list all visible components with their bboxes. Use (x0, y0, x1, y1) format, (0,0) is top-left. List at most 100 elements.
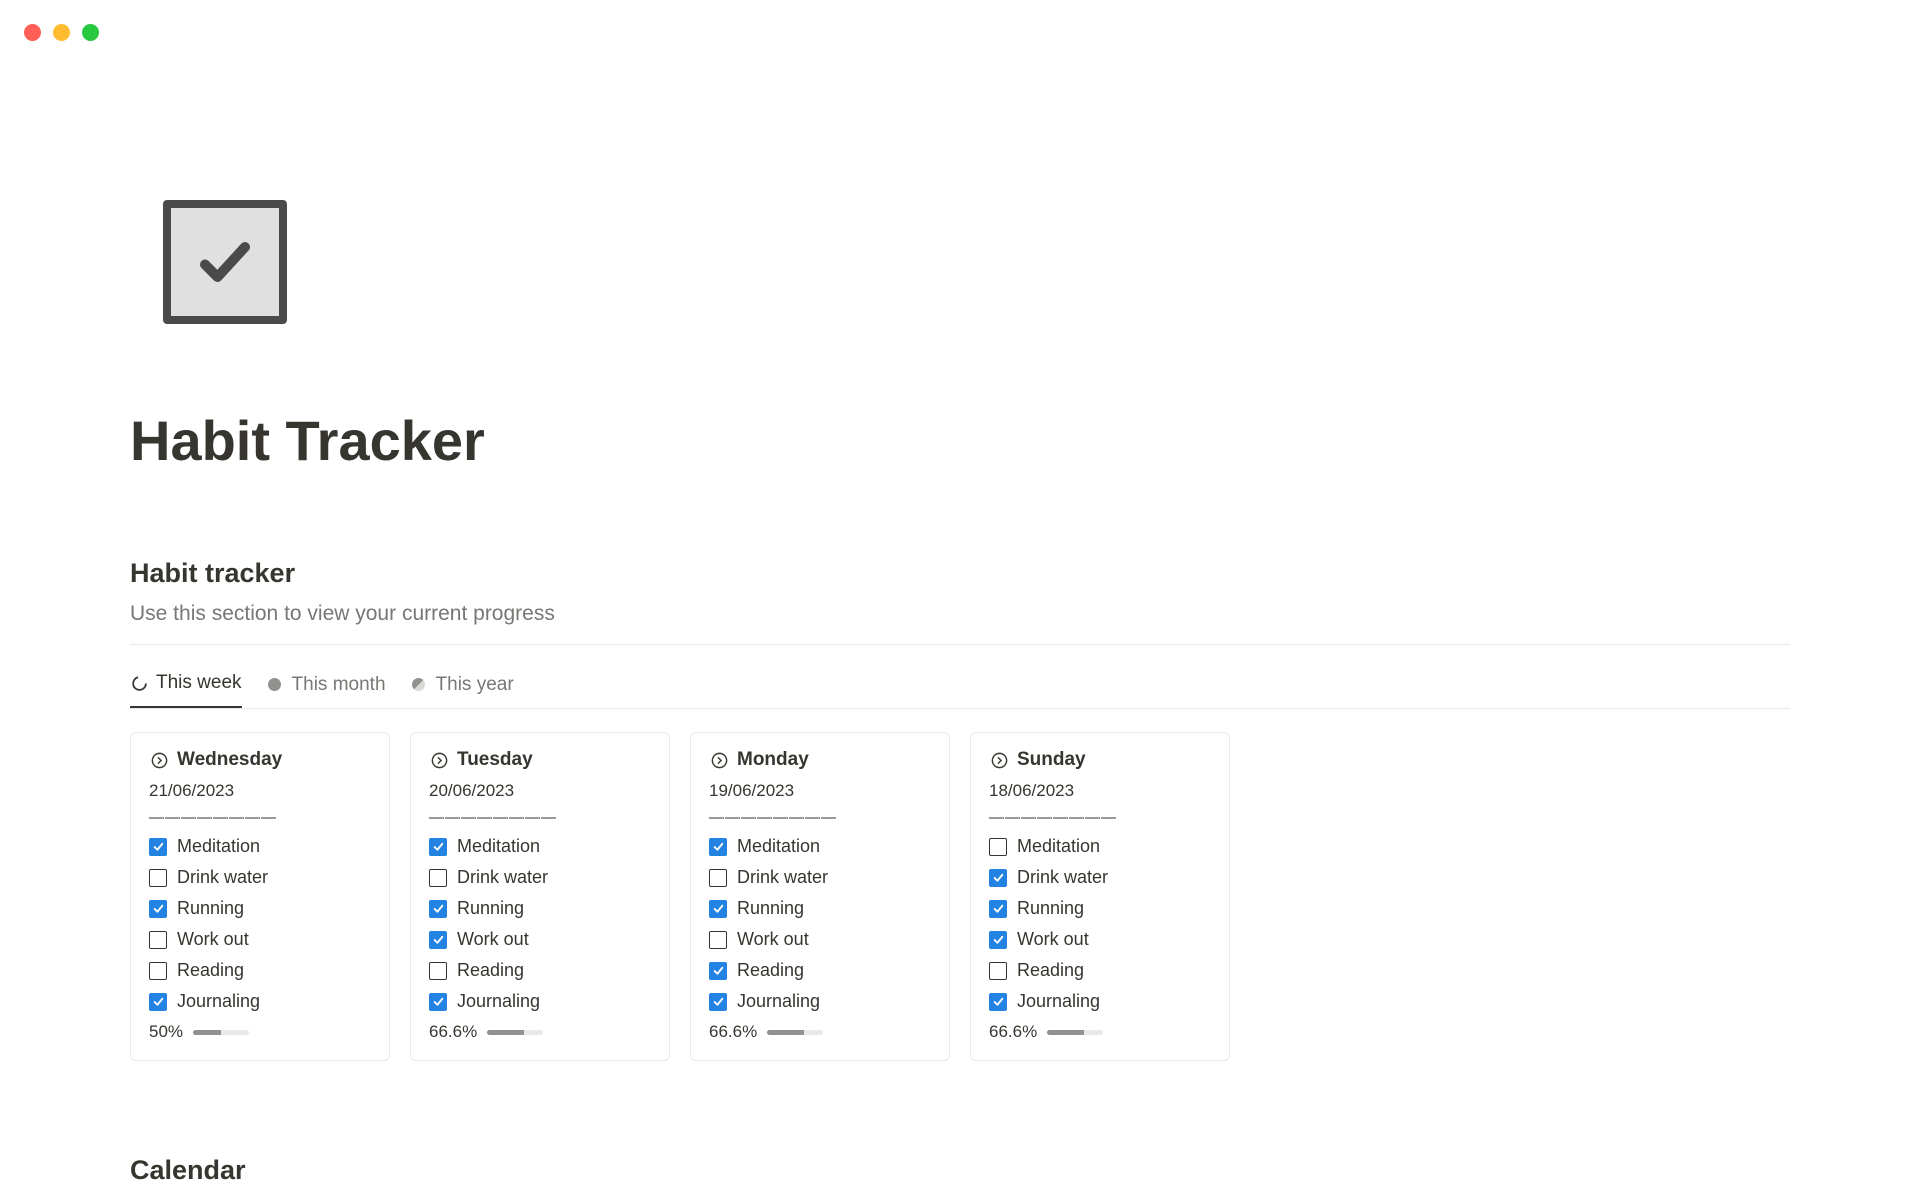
card-header: Sunday (989, 749, 1211, 771)
habit-label: Journaling (737, 991, 820, 1012)
habit-checkbox[interactable] (709, 962, 727, 980)
card-header: Monday (709, 749, 931, 771)
calendar-heading: Calendar (130, 1155, 246, 1186)
habit-checkbox[interactable] (429, 993, 447, 1011)
progress-percent: 66.6% (429, 1022, 477, 1042)
habit-label: Reading (737, 960, 804, 981)
habit-row: Running (149, 898, 371, 919)
progress-fill (193, 1030, 221, 1035)
close-window-button[interactable] (24, 24, 41, 41)
habit-checkbox[interactable] (429, 931, 447, 949)
habit-label: Running (1017, 898, 1084, 919)
habit-row: Work out (149, 929, 371, 950)
progress-fill (1047, 1030, 1084, 1035)
habit-label: Reading (457, 960, 524, 981)
page-icon-checkbox[interactable] (163, 200, 287, 324)
chevron-circle-icon (989, 750, 1009, 770)
habit-checkbox[interactable] (149, 838, 167, 856)
card-day-name: Sunday (1017, 749, 1086, 771)
progress-row: 50% (149, 1022, 371, 1042)
card-text-divider: ———————— (149, 809, 371, 826)
habit-row: Journaling (989, 991, 1211, 1012)
habit-checkbox[interactable] (989, 869, 1007, 887)
habit-row: Journaling (149, 991, 371, 1012)
section-heading: Habit tracker (130, 558, 295, 589)
day-card[interactable]: Wednesday21/06/2023————————MeditationDri… (130, 732, 390, 1061)
habit-label: Meditation (737, 836, 820, 857)
tab-label: This year (436, 674, 514, 696)
page-title[interactable]: Habit Tracker (130, 408, 485, 473)
maximize-window-button[interactable] (82, 24, 99, 41)
tab-this-month[interactable]: This month (266, 674, 386, 708)
habit-checkbox[interactable] (709, 838, 727, 856)
habit-label: Journaling (177, 991, 260, 1012)
card-day-name: Tuesday (457, 749, 533, 771)
habit-row: Journaling (429, 991, 651, 1012)
tab-this-week[interactable]: This week (130, 672, 242, 709)
habit-checkbox[interactable] (989, 931, 1007, 949)
habit-checkbox[interactable] (989, 900, 1007, 918)
habit-checkbox[interactable] (429, 962, 447, 980)
habit-label: Drink water (1017, 867, 1108, 888)
day-card[interactable]: Sunday 18/06/2023 ———————— Meditation Drink … (970, 732, 1230, 1061)
habit-row: Reading (149, 960, 371, 981)
view-tabs: This week This month This year (130, 672, 514, 709)
habit-checkbox[interactable] (429, 869, 447, 887)
tab-this-year[interactable]: This year (410, 674, 514, 708)
chevron-circle-icon (149, 750, 169, 770)
habit-row: Drink water (429, 867, 651, 888)
habit-checkbox[interactable] (149, 931, 167, 949)
habit-checkbox[interactable] (149, 962, 167, 980)
habit-label: Reading (177, 960, 244, 981)
habit-row: Work out (989, 929, 1211, 950)
habit-checkbox[interactable] (989, 993, 1007, 1011)
habit-row: Reading (989, 960, 1211, 981)
habit-label: Running (737, 898, 804, 919)
card-day-name: Wednesday (177, 749, 282, 771)
card-text-divider: ———————— (989, 809, 1211, 826)
habit-row: Running (429, 898, 651, 919)
card-date: 18/06/2023 (989, 781, 1211, 801)
minimize-window-button[interactable] (53, 24, 70, 41)
progress-percent: 50% (149, 1022, 183, 1042)
habit-row: Work out (429, 929, 651, 950)
progress-row: 66.6% (989, 1022, 1211, 1042)
section-subtitle: Use this section to view your current pr… (130, 602, 555, 626)
habit-row: Meditation (149, 836, 371, 857)
habit-checkbox[interactable] (149, 869, 167, 887)
habit-label: Running (457, 898, 524, 919)
habit-checkbox[interactable] (149, 900, 167, 918)
habit-label: Meditation (177, 836, 260, 857)
tabs-divider (130, 708, 1790, 709)
progress-fill (767, 1030, 804, 1035)
habit-label: Drink water (177, 867, 268, 888)
habit-checkbox[interactable] (709, 931, 727, 949)
card-date: 19/06/2023 (709, 781, 931, 801)
habit-checkbox[interactable] (989, 962, 1007, 980)
habit-checkbox[interactable] (709, 993, 727, 1011)
habit-row: Work out (709, 929, 931, 950)
day-card[interactable]: Tuesday20/06/2023————————MeditationDrink… (410, 732, 670, 1061)
habit-checkbox[interactable] (709, 869, 727, 887)
day-card[interactable]: Monday19/06/2023————————MeditationDrink … (690, 732, 950, 1061)
section-divider (130, 644, 1790, 645)
habit-row: Drink water (149, 867, 371, 888)
habit-checkbox[interactable] (989, 838, 1007, 856)
progress-row: 66.6% (429, 1022, 651, 1042)
habit-checkbox[interactable] (149, 993, 167, 1011)
window-traffic-lights (24, 24, 99, 41)
habit-checkbox[interactable] (429, 838, 447, 856)
progress-bar (487, 1030, 543, 1035)
progress-fill (487, 1030, 524, 1035)
tab-label: This week (156, 672, 242, 694)
habit-checkbox[interactable] (429, 900, 447, 918)
habit-checkbox[interactable] (709, 900, 727, 918)
progress-bar (1047, 1030, 1103, 1035)
card-text-divider: ———————— (429, 809, 651, 826)
progress-percent: 66.6% (709, 1022, 757, 1042)
card-header: Wednesday (149, 749, 371, 771)
habit-label: Work out (1017, 929, 1089, 950)
circle-icon (266, 676, 284, 694)
habit-row: Meditation (989, 836, 1211, 857)
habit-label: Meditation (457, 836, 540, 857)
